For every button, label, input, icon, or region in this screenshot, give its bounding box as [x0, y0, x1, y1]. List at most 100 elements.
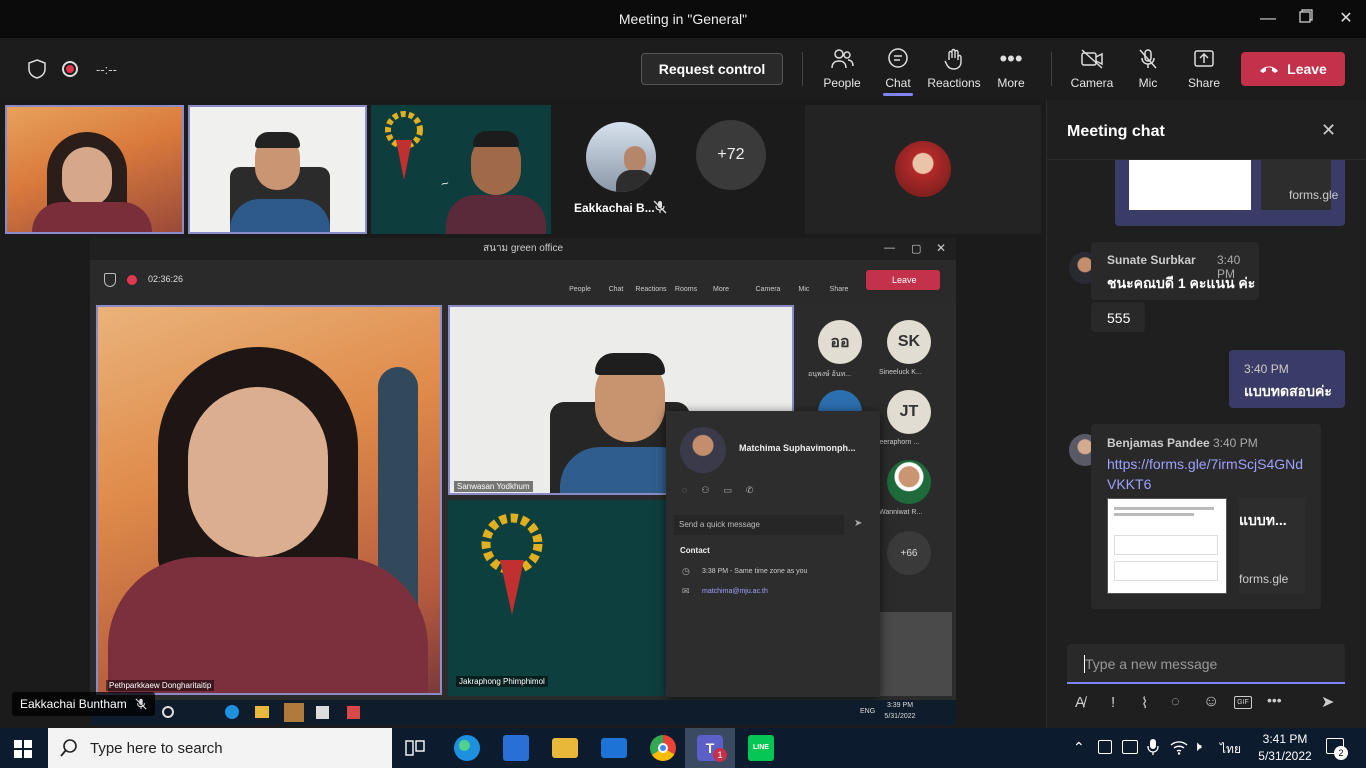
shared-lang: ENG: [860, 708, 876, 715]
file-explorer-icon[interactable]: [552, 738, 578, 758]
shared-tile-name: Sanwasan Yodkhum: [454, 481, 533, 492]
shared-participant-avatar: [887, 460, 931, 504]
own-message-bubble: forms.gle: [1115, 160, 1345, 226]
shared-people-label: People: [569, 286, 591, 293]
leave-button[interactable]: Leave: [1241, 52, 1345, 86]
taskbar-clock-date[interactable]: 5/31/2022: [1248, 749, 1322, 763]
mic-muted-icon: [135, 698, 147, 710]
more-options-icon[interactable]: •••: [1267, 692, 1282, 708]
windows-start-icon[interactable]: [14, 740, 32, 763]
contact-action-icons: ◌⚇▭✆: [682, 485, 768, 495]
shared-participant-avatar: ออ: [818, 320, 862, 364]
wifi-icon[interactable]: [1170, 738, 1188, 761]
tray-language[interactable]: ไทย: [1220, 740, 1241, 759]
shared-minimize-icon: —: [884, 242, 895, 254]
video-tile[interactable]: [188, 105, 367, 234]
message-time: 3:40 PM: [1244, 362, 1289, 376]
link-preview-card[interactable]: แบบท... forms.gle: [1239, 498, 1305, 594]
gif-icon[interactable]: GIF: [1234, 696, 1252, 709]
taskbar-search-box[interactable]: Type here to search: [48, 728, 392, 768]
camera-button[interactable]: Camera: [1064, 46, 1120, 90]
shield-icon: [26, 58, 48, 85]
close-window-button[interactable]: ✕: [1331, 8, 1361, 30]
compose-placeholder: Type a new message: [1085, 656, 1218, 672]
chat-button[interactable]: Chat: [870, 46, 926, 96]
participant-tile[interactable]: Eakkachai B...: [555, 105, 680, 234]
minimize-button[interactable]: —: [1253, 8, 1283, 30]
mic-button[interactable]: Mic: [1120, 46, 1176, 90]
request-control-button[interactable]: Request control: [641, 53, 783, 85]
tray-chevron-icon[interactable]: ⌃: [1073, 739, 1085, 756]
shared-share-label: Share: [829, 286, 849, 293]
tray-mic-icon[interactable]: [1147, 738, 1159, 761]
volume-muted-icon[interactable]: 🕨: [1193, 738, 1202, 755]
people-label: People: [823, 76, 861, 90]
message-text: แบบทดสอบค่ะ: [1244, 383, 1332, 399]
window-title: Meeting in "General": [618, 11, 748, 27]
contact-email: matchima@mju.ac.th: [702, 588, 768, 595]
title-bar: Meeting in "General" — ✕: [0, 0, 1366, 38]
emoji-icon[interactable]: ☺: [1203, 693, 1219, 711]
taskbar-clock-time[interactable]: 3:41 PM: [1252, 732, 1318, 746]
shared-restore-icon: ▢: [911, 243, 922, 255]
chat-message: Sunate Surbkar 3:40 PM ชนะคณบดี 1 คะแนน …: [1091, 242, 1259, 300]
participant-tile[interactable]: [805, 105, 1041, 234]
camera-label: Camera: [1070, 76, 1114, 90]
recording-icon: [62, 61, 78, 77]
toolbar-divider: [1051, 52, 1052, 86]
store-icon[interactable]: [503, 735, 529, 761]
chat-icon: [870, 46, 926, 72]
task-view-icon[interactable]: [405, 739, 425, 762]
clock-icon: ◷: [682, 566, 690, 576]
link-preview-card[interactable]: [1261, 160, 1331, 210]
send-icon[interactable]: ➤: [1321, 692, 1334, 712]
shared-edge-icon: [225, 705, 239, 719]
chrome-icon[interactable]: [650, 735, 676, 761]
close-chat-button[interactable]: ✕: [1321, 120, 1336, 141]
tray-app-icon[interactable]: [1098, 740, 1112, 754]
people-button[interactable]: People: [814, 46, 870, 90]
tray-warning-icon[interactable]: [1122, 740, 1138, 754]
attach-icon[interactable]: ⌇: [1141, 694, 1148, 712]
link-preview-thumbnail[interactable]: [1107, 498, 1227, 594]
line-app-icon[interactable]: LINE: [748, 735, 774, 761]
shared-window-title: สนาม green office: [90, 238, 956, 260]
mic-label: Mic: [1138, 76, 1158, 90]
maximize-button[interactable]: [1291, 8, 1321, 30]
shared-toolbar: 02:36:26 People Chat Reactions Rooms Mor…: [90, 260, 956, 302]
message-link[interactable]: https://forms.gle/7irmScjS4GNdVKKT6: [1107, 454, 1309, 494]
notifications-count: 2: [1334, 746, 1348, 760]
edge-icon[interactable]: [454, 735, 480, 761]
video-tile[interactable]: [5, 105, 184, 234]
reactions-button[interactable]: Reactions: [926, 46, 982, 90]
message-text: 555: [1107, 310, 1131, 326]
overflow-participants-button[interactable]: +72: [696, 120, 766, 190]
teams-taskbar-button[interactable]: T 1: [685, 728, 735, 768]
important-icon[interactable]: !: [1111, 694, 1115, 711]
link-preview-domain: forms.gle: [1239, 572, 1289, 586]
people-icon: [814, 46, 870, 72]
loop-icon[interactable]: ◌: [1171, 693, 1180, 710]
shared-participant-avatar: [818, 390, 862, 412]
active-speaker-name: Eakkachai Buntham: [20, 697, 127, 711]
search-icon: [60, 739, 77, 757]
shared-tile-name: Pethparkkaew Dongharitaitip: [106, 680, 215, 691]
meeting-timer: --:--: [96, 62, 117, 77]
share-button[interactable]: Share: [1176, 46, 1232, 90]
avatar: [586, 122, 656, 192]
more-button[interactable]: ••• More: [983, 46, 1039, 90]
teams-badge: 1: [713, 748, 727, 762]
participant-name: Eakkachai B...: [574, 201, 655, 215]
video-tile[interactable]: ~: [371, 105, 551, 234]
contact-local-time: 3:38 PM - Same time zone as you: [702, 568, 808, 575]
format-icon[interactable]: A̸: [1075, 694, 1085, 711]
reactions-label: Reactions: [927, 76, 981, 90]
mail-icon[interactable]: [601, 738, 627, 758]
shared-participant-name: Sineeluck K...: [879, 369, 922, 376]
shield-icon: [104, 273, 116, 287]
mail-icon: ✉: [682, 586, 690, 596]
shared-self-preview: [880, 612, 952, 696]
message-text: ชนะคณบดี 1 คะแนน ค่ะ: [1107, 275, 1256, 291]
gear-logo-icon: [385, 111, 423, 180]
message-compose-box[interactable]: Type a new message: [1067, 644, 1345, 684]
